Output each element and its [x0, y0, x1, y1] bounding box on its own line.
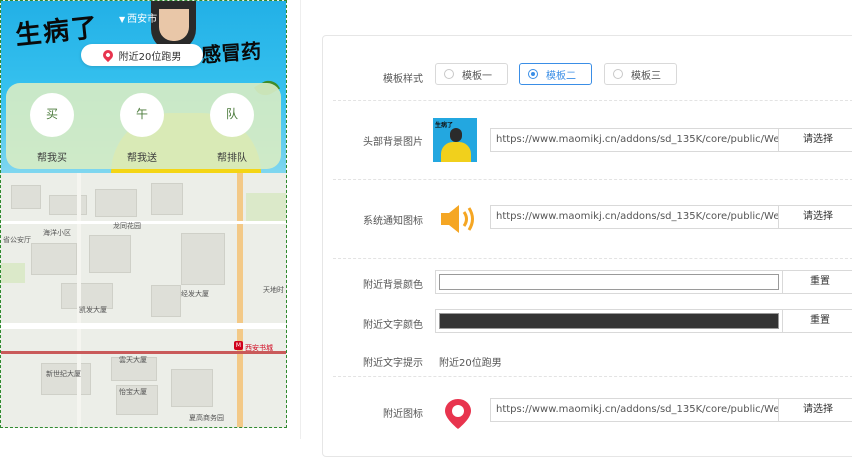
notice-icon-select-button[interactable]: 请选择	[778, 205, 852, 229]
template-style-label: 模板样式	[383, 74, 423, 85]
nearby-bg-color-label: 附近背景颜色	[363, 280, 423, 291]
location-pin-icon	[445, 399, 471, 429]
speaker-icon	[441, 205, 474, 233]
map-block	[151, 285, 181, 317]
thumb-text: 生病了	[435, 122, 454, 129]
nearby-text: 附近20位跑男	[118, 51, 182, 63]
row-separator	[333, 376, 852, 377]
map-block	[11, 185, 41, 209]
banner-figure-face	[159, 9, 189, 41]
map-label: 省公安厅	[3, 236, 31, 244]
action-help-queue[interactable]: 队 帮排队	[204, 93, 260, 164]
header-bg-label: 头部背景图片	[363, 137, 423, 148]
map-label: 西安书城	[245, 344, 273, 352]
action-help-deliver[interactable]: 午 帮我送	[114, 93, 170, 164]
map-park	[246, 193, 286, 223]
map-block	[41, 363, 91, 395]
help-queue-icon: 队	[210, 93, 254, 137]
map-road	[1, 221, 286, 224]
nearby-bg-color-picker[interactable]	[435, 270, 783, 294]
action-help-buy[interactable]: 买 帮我买	[24, 93, 80, 164]
thumb-shirt	[441, 142, 471, 162]
header-bg-select-button[interactable]: 请选择	[778, 128, 852, 152]
map-label: 天地时	[263, 286, 284, 294]
notice-icon-label: 系统通知图标	[363, 216, 423, 227]
city-name: 西安市	[127, 14, 158, 25]
map-label: 新世纪大厦	[46, 370, 81, 378]
action-label: 帮我买	[37, 153, 67, 164]
map-view[interactable]: 海洋小区 龙同花园 省公安厅 经发大厦 天地时 凯发大厦 新世纪大厦 雲天大厦 …	[1, 173, 286, 427]
map-block	[49, 195, 87, 215]
map-road	[237, 173, 243, 427]
nearby-hint-label: 附近文字提示	[363, 358, 423, 369]
map-block	[151, 183, 183, 215]
action-label: 帮我送	[127, 153, 157, 164]
radio-template-1[interactable]: 模板一	[435, 63, 508, 85]
nearby-icon-select-button[interactable]: 请选择	[778, 398, 852, 422]
nearby-text-color-label: 附近文字颜色	[363, 320, 423, 331]
help-buy-icon: 买	[30, 93, 74, 137]
map-block	[171, 369, 213, 407]
radio-label: 模板三	[631, 70, 661, 82]
map-label: 怡宝大厦	[119, 388, 147, 396]
map-block	[181, 233, 225, 285]
radio-label: 模板二	[546, 70, 576, 82]
map-label: 夏高商务园	[189, 414, 224, 422]
nearby-runners-pill[interactable]: 附近20位跑男	[81, 44, 203, 66]
banner-subtext: 感冒药	[200, 38, 262, 68]
radio-dot	[444, 69, 454, 79]
row-separator	[333, 179, 852, 180]
radio-dot	[613, 69, 623, 79]
nearby-icon-label: 附近图标	[383, 409, 423, 420]
radio-label: 模板一	[462, 70, 492, 82]
nearby-text-color-picker[interactable]	[435, 309, 783, 333]
metro-icon: M	[234, 341, 243, 350]
radio-template-2[interactable]: 模板二	[519, 63, 592, 85]
map-park	[1, 263, 25, 283]
settings-panel: 模板样式 模板一 模板二 模板三 头部背景图片 生病了 https://www.…	[322, 35, 852, 457]
city-selector[interactable]: ▼ 西安市	[119, 10, 157, 25]
thumb-head	[450, 128, 462, 142]
map-label: 海洋小区	[43, 229, 71, 237]
radio-dot	[528, 69, 538, 79]
header-bg-thumbnail: 生病了	[433, 118, 477, 162]
color-swatch	[439, 274, 779, 290]
location-pin-icon	[100, 47, 115, 63]
panel-divider	[300, 0, 301, 439]
nearby-icon-url-input[interactable]: https://www.maomikj.cn/addons/sd_135K/co…	[490, 398, 779, 422]
notice-icon-url-input[interactable]: https://www.maomikj.cn/addons/sd_135K/co…	[490, 205, 779, 229]
map-label: 雲天大厦	[119, 356, 147, 364]
row-separator	[333, 100, 852, 101]
template-preview: 生病了 感冒药 ▼西安市 附近20位跑男 买 帮我买 午 帮我送 队 帮排队	[0, 0, 287, 428]
map-road	[1, 323, 286, 329]
chevron-down-icon: ▼	[119, 15, 126, 24]
map-label: 龙同花园	[113, 222, 141, 230]
row-separator	[333, 258, 852, 259]
nearby-hint-value[interactable]: 附近20位跑男	[439, 354, 502, 369]
map-label: 经发大厦	[181, 290, 209, 298]
map-block	[31, 243, 77, 275]
map-block	[89, 235, 131, 273]
map-block	[95, 189, 137, 217]
help-deliver-icon: 午	[120, 93, 164, 137]
header-bg-url-input[interactable]: https://www.maomikj.cn/addons/sd_135K/co…	[490, 128, 779, 152]
radio-template-3[interactable]: 模板三	[604, 63, 677, 85]
map-road	[77, 173, 81, 427]
service-actions-card: 买 帮我买 午 帮我送 队 帮排队	[6, 83, 281, 169]
nearby-bg-reset-button[interactable]: 重置	[782, 270, 852, 294]
action-label: 帮排队	[217, 153, 247, 164]
color-swatch	[439, 313, 779, 329]
nearby-text-reset-button[interactable]: 重置	[782, 309, 852, 333]
map-label: 凯发大厦	[79, 306, 107, 314]
